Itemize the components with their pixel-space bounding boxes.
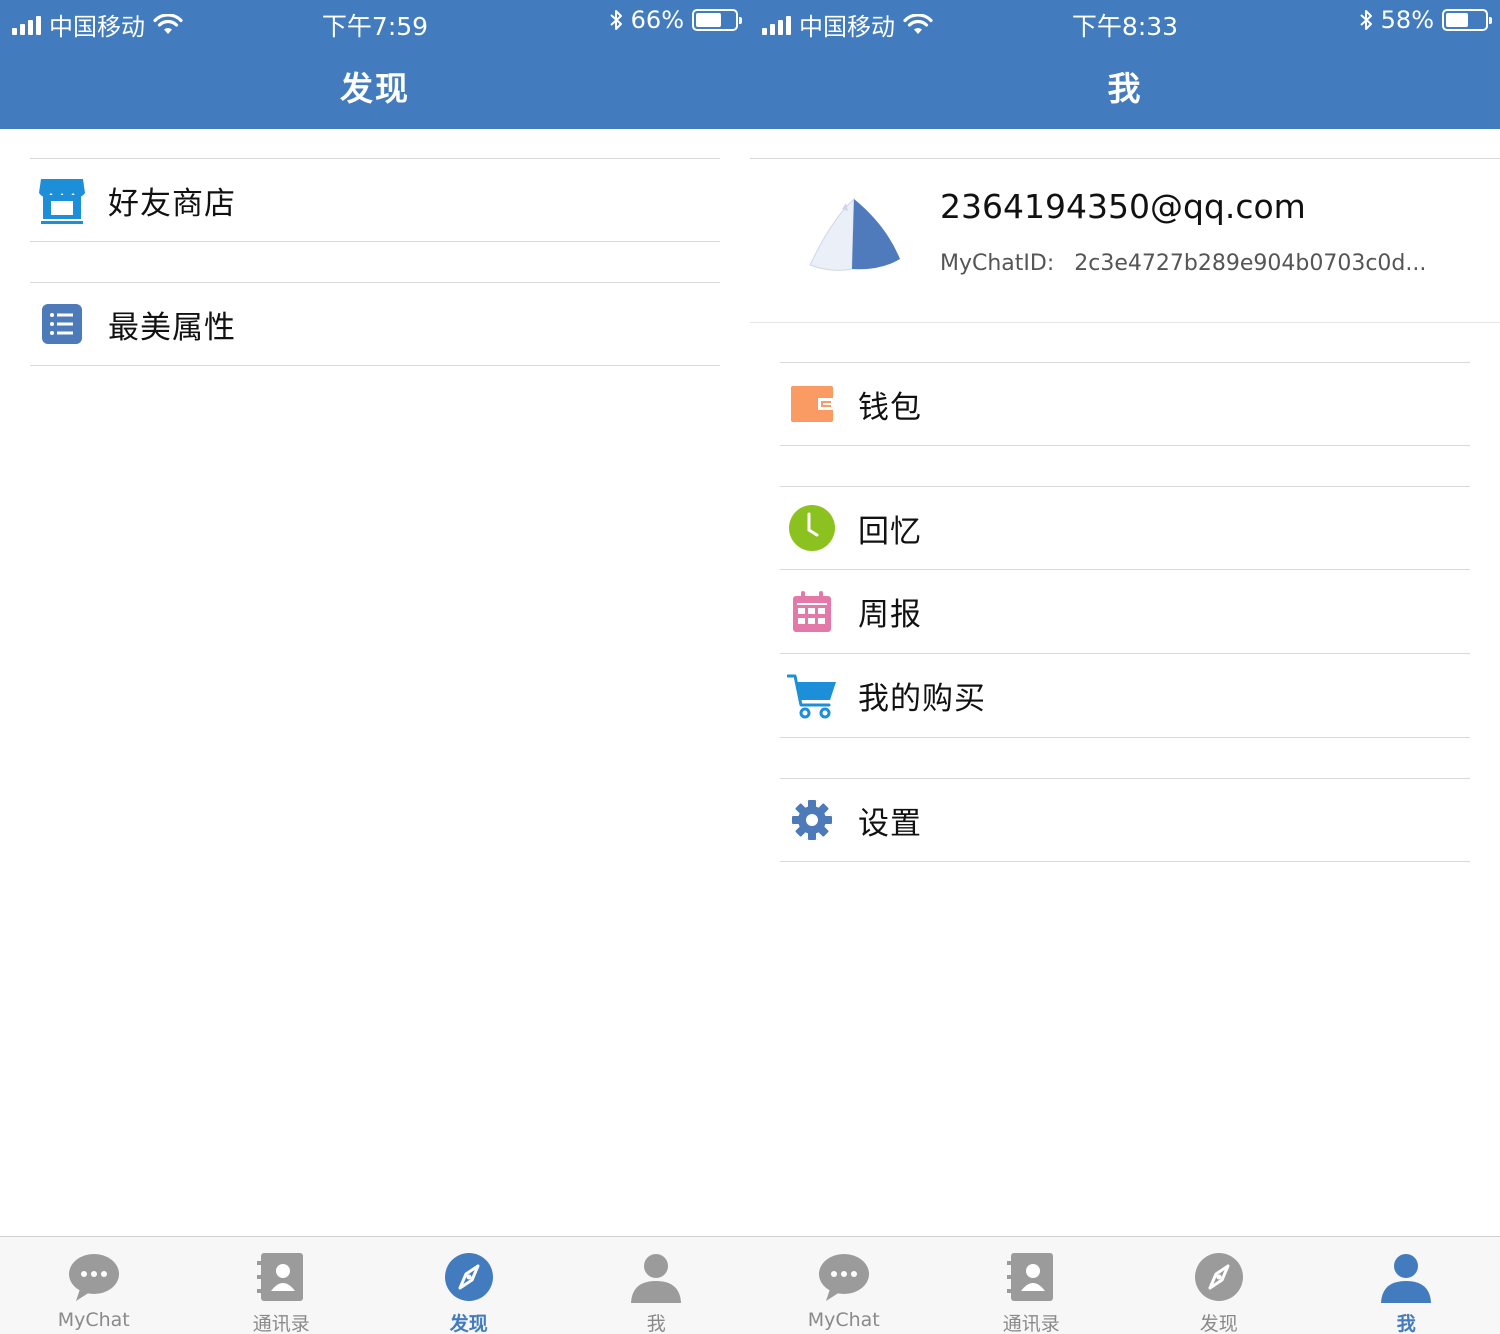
row-friend-store[interactable]: 好友商店 [30,158,720,242]
tab-bar: MyChat 通讯录 发现 我 [750,1236,1500,1334]
cart-icon [786,670,838,722]
tab-label: 通讯录 [1002,1313,1060,1334]
clock-icon [786,502,838,554]
wallet-icon [786,378,838,430]
row-my-purchases[interactable]: 我的购买 [780,654,1470,738]
tab-label: 发现 [1199,1313,1238,1334]
id-label: MyChatID: [940,251,1055,276]
person-icon [1381,1254,1432,1303]
tab-label: 我 [646,1313,666,1334]
status-bar: 中国移动 下午7:59 66% [0,0,750,42]
id-value: 2c3e4727b289e904b0703c0d... [1074,251,1427,276]
me-screen: 中国移动 下午8:33 58% 我 2364194350@qq.com MyCh… [750,0,1500,1334]
compass-icon [444,1253,493,1301]
bluetooth-icon [609,10,622,30]
store-icon [36,174,88,226]
tab-contacts[interactable]: 通讯录 [938,1237,1126,1334]
tab-label: 发现 [449,1313,488,1334]
profile-id: MyChatID: 2c3e4727b289e904b0703c0d... [940,251,1426,276]
chat-bubble-icon [818,1254,869,1301]
battery-percent: 58% [1380,6,1434,34]
bluetooth-icon [1359,10,1372,30]
discover-screen: 中国移动 下午7:59 66% 发现 好友商店 最美属性 MyChat 通讯录 … [0,0,750,1334]
tab-mychat[interactable]: MyChat [750,1237,938,1334]
contacts-icon [257,1253,304,1301]
tab-discover[interactable]: 发现 [1125,1237,1313,1334]
row-label: 周报 [858,597,922,633]
page-title: 发现 [340,69,410,108]
status-bar: 中国移动 下午8:33 58% [750,0,1500,42]
row-memories[interactable]: 回忆 [780,486,1470,570]
list-icon [36,298,88,350]
row-wallet[interactable]: 钱包 [780,362,1470,446]
row-label: 钱包 [858,389,922,426]
row-label: 好友商店 [108,185,236,222]
tab-me[interactable]: 我 [563,1237,751,1334]
gear-icon [786,794,838,846]
tab-me[interactable]: 我 [1313,1237,1500,1334]
contacts-icon [1007,1253,1054,1301]
row-weekly-report[interactable]: 周报 [780,570,1470,654]
profile-card[interactable]: 2364194350@qq.com MyChatID: 2c3e4727b289e… [750,158,1500,323]
avatar [809,197,900,271]
tab-label: MyChat [57,1309,130,1331]
tab-mychat[interactable]: MyChat [0,1237,188,1334]
row-label: 设置 [858,805,922,842]
page-title: 我 [1107,69,1143,108]
row-label: 我的购买 [858,681,986,717]
tab-discover[interactable]: 发现 [375,1237,563,1334]
row-label: 回忆 [858,513,922,550]
chat-bubble-icon [68,1254,119,1301]
tab-contacts[interactable]: 通讯录 [188,1237,376,1334]
tab-label: 通讯录 [252,1313,310,1334]
profile-email: 2364194350@qq.com [940,187,1306,226]
calendar-icon [786,586,838,638]
battery-percent: 66% [630,6,684,34]
row-settings[interactable]: 设置 [780,778,1470,862]
battery-icon [692,9,742,31]
tab-label: 我 [1396,1313,1416,1334]
row-label: 最美属性 [108,309,236,346]
person-icon [631,1254,682,1303]
nav-header: 中国移动 下午7:59 66% 发现 [0,0,750,129]
compass-icon [1194,1253,1243,1301]
battery-icon [1442,9,1492,31]
tab-bar: MyChat 通讯录 发现 我 [0,1236,750,1334]
nav-header: 中国移动 下午8:33 58% 我 [750,0,1500,129]
row-best-attributes[interactable]: 最美属性 [30,282,720,366]
tab-label: MyChat [807,1309,880,1331]
